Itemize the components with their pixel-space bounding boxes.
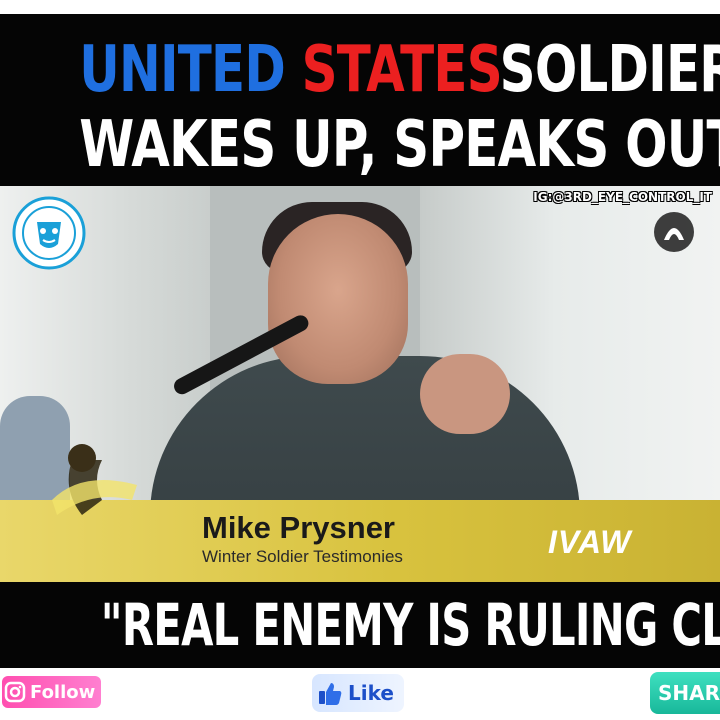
headline-word-soldier: SOLDIER xyxy=(499,33,720,107)
headline-line-2: WAKES UP, SPEAKS OUT xyxy=(79,108,720,182)
org-label: IVAW xyxy=(548,524,632,560)
image-frame: UNITED STATESSOLDIER WAKES UP, SPEAKS OU… xyxy=(0,0,720,720)
like-label: Like xyxy=(348,681,394,705)
share-button[interactable]: SHARE xyxy=(650,672,720,714)
follow-label: Follow xyxy=(30,681,96,703)
speaker-name: Mike Prysner xyxy=(202,510,395,545)
corner-logo xyxy=(654,212,694,252)
like-button[interactable]: Like xyxy=(312,674,404,712)
headline-word-united: UNITED xyxy=(79,33,286,107)
headline-word-states: STATES xyxy=(301,33,501,107)
instagram-icon xyxy=(4,681,26,703)
headline-line-1: UNITED STATESSOLDIER xyxy=(79,33,720,107)
quote-text: "REAL ENEMY IS RULING CLASS" xyxy=(100,591,720,659)
headline-banner: UNITED STATESSOLDIER WAKES UP, SPEAKS OU… xyxy=(0,14,720,186)
channel-logo xyxy=(12,196,86,270)
emblem-icon xyxy=(52,444,137,515)
speaker-head xyxy=(268,214,408,384)
thumbs-up-icon xyxy=(319,683,342,705)
share-label: SHARE xyxy=(658,681,720,705)
ig-handle-watermark: IG:@3RD_EYE_CONTROL_IT xyxy=(533,190,712,204)
follow-button[interactable]: Follow xyxy=(2,676,102,708)
speaker-subtitle: Winter Soldier Testimonies xyxy=(202,547,403,566)
speaker-hand xyxy=(420,354,510,434)
